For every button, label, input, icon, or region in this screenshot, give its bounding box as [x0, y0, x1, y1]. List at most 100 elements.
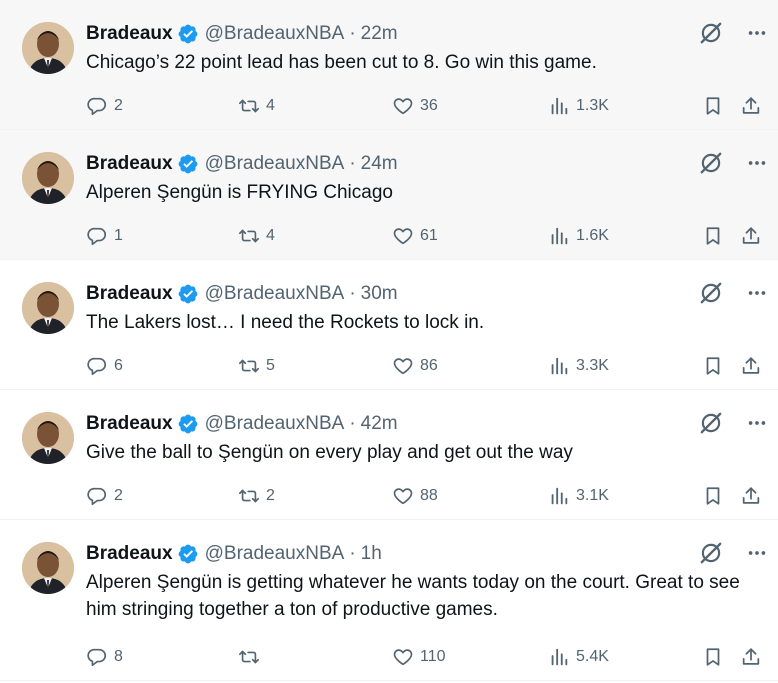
timestamp[interactable]: 22m — [361, 23, 398, 45]
reply-icon — [87, 97, 107, 116]
avatar-image — [22, 22, 74, 74]
tweet-actions: 2 4 36 1.3K — [86, 91, 760, 121]
tweet-actions: 2 2 88 3.1K — [86, 481, 760, 511]
more-icon[interactable] — [746, 542, 768, 564]
author-handle[interactable]: @BradeauxNBA — [205, 23, 345, 45]
reply-count: 1 — [114, 227, 123, 244]
views-count: 1.3K — [576, 97, 609, 114]
grok-icon[interactable] — [698, 20, 724, 46]
views-button[interactable]: 5.4K — [548, 646, 609, 668]
separator-dot: · — [349, 153, 356, 174]
author-handle[interactable]: @BradeauxNBA — [205, 543, 345, 565]
like-button[interactable]: 86 — [392, 355, 438, 377]
views-button[interactable]: 1.6K — [548, 225, 609, 247]
reply-icon — [87, 357, 107, 376]
bookmark-button[interactable] — [702, 225, 724, 247]
bookmark-icon — [706, 487, 720, 505]
author-name[interactable]: Bradeaux — [86, 23, 173, 45]
like-count: 86 — [420, 357, 438, 374]
share-button[interactable] — [740, 646, 762, 668]
views-button[interactable]: 3.3K — [548, 355, 609, 377]
avatar[interactable] — [22, 152, 74, 204]
like-button[interactable]: 88 — [392, 485, 438, 507]
retweet-button[interactable]: 5 — [238, 355, 275, 377]
tweet[interactable]: Bradeaux @BradeauxNBA · 1h Alperen Şengü… — [0, 520, 778, 681]
retweet-button[interactable] — [238, 646, 266, 668]
author-handle[interactable]: @BradeauxNBA — [205, 283, 345, 305]
avatar[interactable] — [22, 412, 74, 464]
reply-button[interactable]: 2 — [86, 485, 123, 507]
views-count: 1.6K — [576, 227, 609, 244]
retweet-icon — [239, 229, 259, 243]
share-icon — [742, 357, 760, 374]
share-button[interactable] — [740, 225, 762, 247]
author-name[interactable]: Bradeaux — [86, 153, 173, 175]
grok-icon[interactable] — [698, 280, 724, 306]
bookmark-button[interactable] — [702, 95, 724, 117]
reply-button[interactable]: 1 — [86, 225, 123, 247]
tweet[interactable]: Bradeaux @BradeauxNBA · 24m Alperen Şeng… — [0, 130, 778, 260]
reply-count: 2 — [114, 97, 123, 114]
reply-count: 2 — [114, 487, 123, 504]
tweet-actions: 1 4 61 1.6K — [86, 221, 760, 251]
tweet-text: Give the ball to Şengün on every play an… — [86, 442, 573, 463]
like-button[interactable]: 61 — [392, 225, 438, 247]
like-button[interactable]: 36 — [392, 95, 438, 117]
bookmark-button[interactable] — [702, 485, 724, 507]
bookmark-button[interactable] — [702, 355, 724, 377]
tweet-header: Bradeaux @BradeauxNBA · 42m — [86, 410, 758, 438]
avatar[interactable] — [22, 22, 74, 74]
views-button[interactable]: 1.3K — [548, 95, 609, 117]
like-button[interactable]: 110 — [392, 646, 446, 668]
author-name[interactable]: Bradeaux — [86, 413, 173, 435]
retweet-count: 2 — [266, 487, 275, 504]
views-button[interactable]: 3.1K — [548, 485, 609, 507]
retweet-count: 5 — [266, 357, 275, 374]
tweet[interactable]: Bradeaux @BradeauxNBA · 30m The Lakers l… — [0, 260, 778, 390]
tweet-actions: 8 110 5.4K — [86, 642, 760, 672]
retweet-button[interactable]: 4 — [238, 95, 275, 117]
avatar[interactable] — [22, 542, 74, 594]
author-handle[interactable]: @BradeauxNBA — [205, 153, 345, 175]
avatar[interactable] — [22, 282, 74, 334]
tweet-text: The Lakers lost… I need the Rockets to l… — [86, 312, 485, 333]
author-name[interactable]: Bradeaux — [86, 283, 173, 305]
more-icon[interactable] — [746, 412, 768, 434]
timestamp[interactable]: 30m — [361, 283, 398, 305]
tweet-text: Alperen Şengün is getting whatever he wa… — [86, 572, 740, 620]
reply-button[interactable]: 6 — [86, 355, 123, 377]
bookmark-button[interactable] — [702, 646, 724, 668]
author-handle[interactable]: @BradeauxNBA — [205, 413, 345, 435]
reply-button[interactable]: 2 — [86, 95, 123, 117]
verified-badge-icon — [178, 154, 198, 174]
bookmark-icon — [706, 227, 720, 245]
grok-icon[interactable] — [698, 410, 724, 436]
like-count: 110 — [420, 648, 446, 665]
timestamp[interactable]: 24m — [361, 153, 398, 175]
more-icon[interactable] — [746, 22, 768, 44]
retweet-button[interactable]: 4 — [238, 225, 275, 247]
share-button[interactable] — [740, 95, 762, 117]
tweet[interactable]: Bradeaux @BradeauxNBA · 42m Give the bal… — [0, 390, 778, 520]
verified-badge-icon — [178, 414, 198, 434]
avatar-image — [22, 152, 74, 204]
grok-icon[interactable] — [698, 150, 724, 176]
author-name[interactable]: Bradeaux — [86, 543, 173, 565]
share-button[interactable] — [740, 485, 762, 507]
reply-button[interactable]: 8 — [86, 646, 123, 668]
views-count: 3.1K — [576, 487, 609, 504]
retweet-button[interactable]: 2 — [238, 485, 275, 507]
share-button[interactable] — [740, 355, 762, 377]
bookmark-icon — [706, 97, 720, 115]
grok-icon[interactable] — [698, 540, 724, 566]
more-icon[interactable] — [746, 282, 768, 304]
more-icon[interactable] — [746, 152, 768, 174]
tweet[interactable]: Bradeaux @BradeauxNBA · 22m Chicago’s 22… — [0, 0, 778, 130]
avatar-image — [22, 412, 74, 464]
timestamp[interactable]: 1h — [361, 543, 382, 565]
like-count: 61 — [420, 227, 438, 244]
tweet-header: Bradeaux @BradeauxNBA · 22m — [86, 20, 758, 48]
timestamp[interactable]: 42m — [361, 413, 398, 435]
like-icon — [393, 649, 413, 666]
share-icon — [742, 97, 760, 114]
